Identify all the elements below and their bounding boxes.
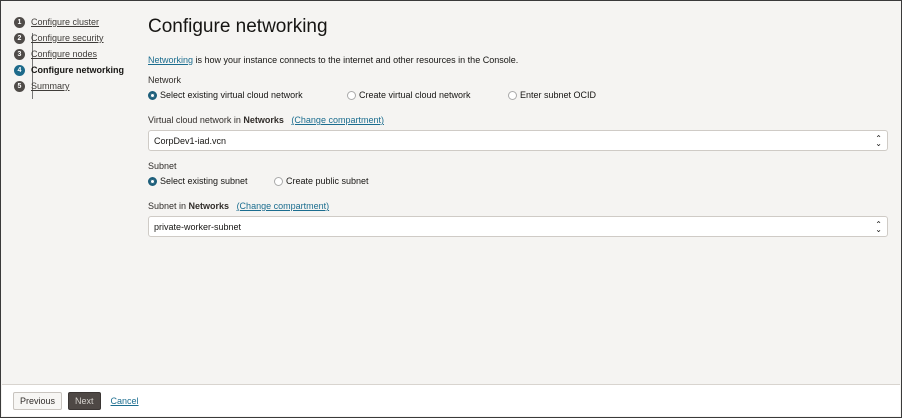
page-title: Configure networking (148, 16, 328, 37)
step-number: 1 (14, 16, 25, 28)
label-text: Subnet in (148, 201, 189, 211)
radio-label: Create public subnet (286, 176, 369, 186)
radio-unchecked-icon[interactable] (508, 90, 517, 100)
subnet-label: Subnet (148, 161, 177, 171)
radio-label: Select existing virtual cloud network (160, 90, 303, 100)
network-label: Network (148, 75, 182, 85)
networking-form: Networking is how your instance connects… (148, 55, 888, 237)
label-text: Virtual cloud network in (148, 115, 244, 125)
step-configure-cluster[interactable]: 1 Configure cluster (14, 14, 124, 30)
updown-chevron-icon: ⌃ ⌄ (875, 133, 882, 148)
compartment-name: Networks (243, 115, 284, 125)
vcn-select-value: CorpDev1-iad.vcn (154, 135, 227, 146)
intro-text: Networking is how your instance connects… (148, 55, 888, 65)
radio-checked-icon[interactable] (148, 90, 157, 100)
step-link[interactable]: Summary (31, 81, 70, 91)
radio-checked-icon[interactable] (148, 176, 157, 186)
step-number: 4 (14, 64, 25, 76)
step-configure-nodes[interactable]: 3 Configure nodes (14, 46, 124, 62)
radio-unchecked-icon[interactable] (274, 176, 283, 186)
radio-select-existing-vcn[interactable]: Select existing virtual cloud network (148, 90, 347, 100)
page: 1 Configure cluster 2 Configure security 3… (0, 0, 902, 418)
subnet-select-value: private-worker-subnet (154, 221, 242, 232)
wizard-steps: 1 Configure cluster 2 Configure security 3… (14, 14, 124, 99)
next-button[interactable]: Next (68, 391, 101, 410)
vcn-label: Virtual cloud network in Networks (Chang… (148, 115, 888, 125)
step-configure-networking: 4 Configure networking (14, 62, 124, 78)
step-number: 5 (14, 80, 25, 92)
previous-button[interactable]: Previous (13, 391, 63, 410)
updown-chevron-icon: ⌃ ⌄ (875, 219, 882, 234)
radio-create-public-subnet[interactable]: Create public subnet (274, 176, 369, 186)
radio-label: Select existing subnet (160, 176, 248, 186)
subnet-change-compartment-link[interactable]: (Change compartment) (237, 201, 330, 211)
step-number: 3 (14, 48, 25, 60)
network-radio-group: Select existing virtual cloud network Cr… (148, 89, 888, 101)
cancel-link[interactable]: Cancel (111, 396, 139, 406)
networking-link[interactable]: Networking (148, 55, 193, 65)
step-current-label: Configure networking (31, 65, 124, 75)
intro-description: is how your instance connects to the int… (193, 55, 519, 65)
vcn-change-compartment-link[interactable]: (Change compartment) (291, 115, 384, 125)
step-summary[interactable]: 5 Summary (14, 78, 124, 94)
subnet-radio-group: Select existing subnet Create public sub… (148, 175, 888, 187)
radio-enter-subnet-ocid[interactable]: Enter subnet OCID (508, 90, 596, 100)
step-link[interactable]: Configure cluster (31, 17, 99, 27)
subnet-select-label: Subnet in Networks (Change compartment) (148, 201, 888, 211)
radio-label: Create virtual cloud network (359, 90, 471, 100)
step-configure-security[interactable]: 2 Configure security (14, 30, 124, 46)
compartment-name: Networks (188, 201, 230, 211)
radio-unchecked-icon[interactable] (347, 90, 356, 100)
step-link[interactable]: Configure security (31, 33, 104, 43)
radio-label: Enter subnet OCID (520, 90, 597, 100)
step-number: 2 (14, 32, 25, 44)
radio-select-existing-subnet[interactable]: Select existing subnet (148, 176, 274, 186)
radio-create-vcn[interactable]: Create virtual cloud network (347, 90, 508, 100)
footer: Previous Next Cancel (2, 384, 900, 416)
vcn-select[interactable]: CorpDev1-iad.vcn ⌃ ⌄ (148, 130, 888, 151)
step-link[interactable]: Configure nodes (31, 49, 97, 59)
subnet-select[interactable]: private-worker-subnet ⌃ ⌄ (148, 216, 888, 237)
